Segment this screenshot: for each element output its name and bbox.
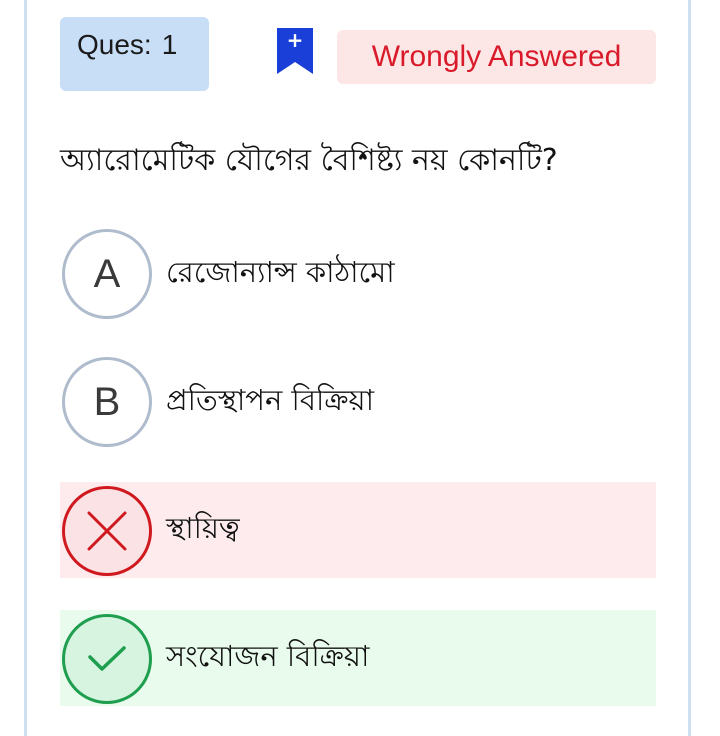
option-a-circle: A	[62, 229, 152, 319]
option-d-text: সংযোজন বিক্রিয়া	[166, 639, 370, 673]
card-border-left	[24, 0, 27, 736]
option-a[interactable]: A রেজোন্যান্স কাঠামো	[60, 228, 656, 324]
status-text: Wrongly Answered	[371, 40, 622, 73]
bookmark-add-icon[interactable]: +	[275, 26, 315, 76]
ques-number: 1	[161, 29, 178, 60]
ques-label: Ques:	[77, 29, 152, 60]
cross-icon	[87, 511, 127, 551]
option-a-text: রেজোন্যান্স কাঠামো	[166, 255, 395, 289]
status-badge: Wrongly Answered	[337, 30, 656, 84]
bookmark-plus: +	[287, 28, 304, 52]
question-number-badge: Ques: 1	[60, 17, 209, 91]
option-d-correct[interactable]: সংযোজন বিক্রিয়া	[60, 610, 656, 706]
option-b-circle: B	[62, 357, 152, 447]
option-b-text: প্রতিস্থাপন বিক্রিয়া	[166, 383, 374, 417]
question-text: অ্যারোমেটিক যৌগের বৈশিষ্ট্য নয় কোনটি?	[60, 143, 558, 178]
check-icon	[88, 646, 126, 671]
option-a-letter: A	[93, 251, 121, 296]
option-c-wrong[interactable]: স্থায়িত্ব	[60, 482, 656, 578]
option-c-circle	[62, 486, 152, 576]
option-d-circle	[62, 614, 152, 704]
option-b-letter: B	[93, 379, 121, 424]
option-b[interactable]: B প্রতিস্থাপন বিক্রিয়া	[60, 356, 656, 452]
option-c-text: স্থায়িত্ব	[166, 511, 240, 545]
card-border-right	[688, 0, 691, 736]
